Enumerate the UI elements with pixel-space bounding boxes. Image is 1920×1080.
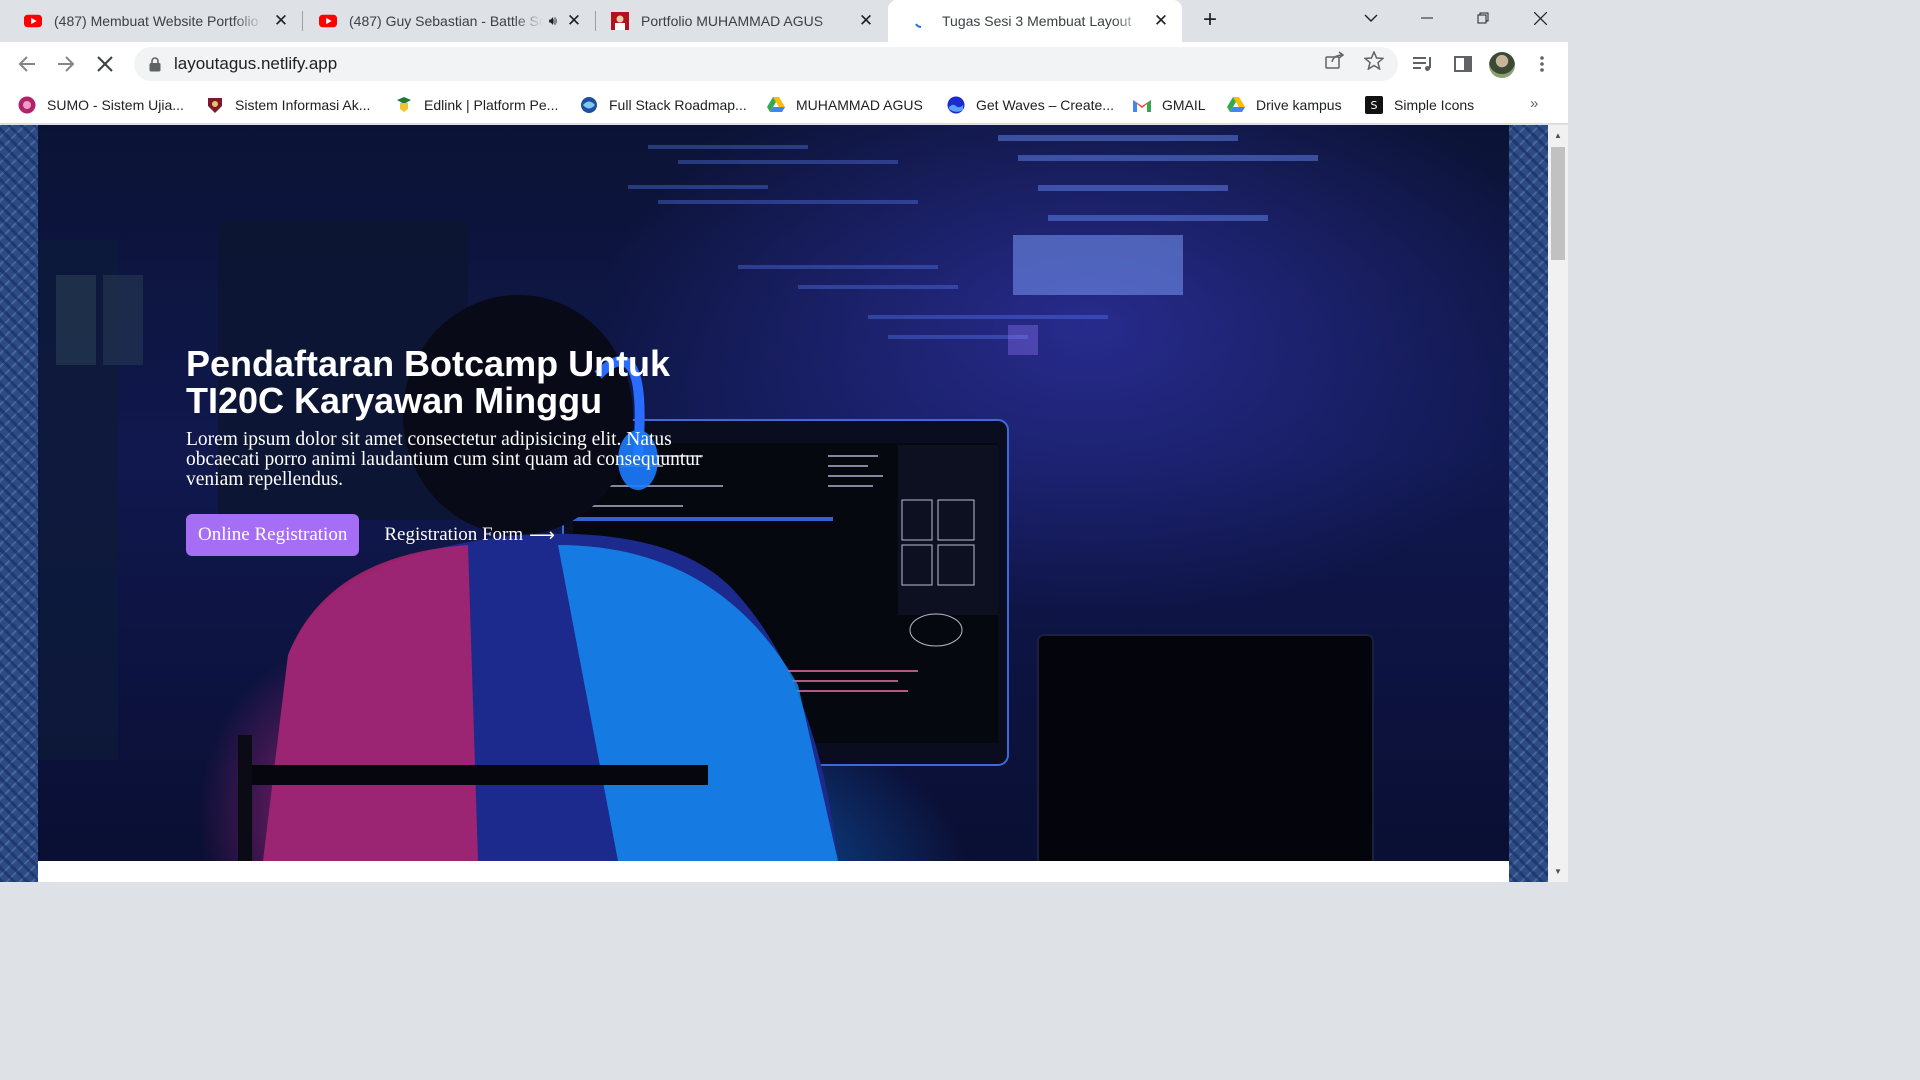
bookmark-simple-icons[interactable]: S Simple Icons [1365, 93, 1474, 117]
tab-search-icon[interactable] [1348, 0, 1394, 36]
gmail-icon [1133, 96, 1151, 114]
bookmark-edlink[interactable]: Edlink | Platform Pe... [395, 93, 558, 117]
bookmark-sistem-informasi[interactable]: Sistem Informasi Ak... [206, 93, 370, 117]
campus-crest-icon [206, 96, 224, 114]
bookmark-get-waves[interactable]: Get Waves – Create... [947, 93, 1114, 117]
online-registration-button[interactable]: Online Registration [186, 514, 360, 556]
youtube-icon [24, 12, 42, 30]
url-text[interactable]: layoutagus.netlify.app [174, 54, 337, 74]
bookmark-label: Full Stack Roadmap... [609, 97, 747, 113]
edlink-icon [395, 96, 413, 114]
registration-form-label: Registration Form [384, 524, 524, 545]
tab-portfolio[interactable]: Portfolio MUHAMMAD AGUS ✕ [587, 0, 887, 42]
next-section-edge [38, 861, 1509, 882]
close-window-icon[interactable] [1517, 0, 1563, 36]
kebab-menu-icon[interactable] [1530, 53, 1554, 75]
waves-icon [947, 96, 965, 114]
tab-title: Portfolio MUHAMMAD AGUS [641, 13, 824, 29]
bookmark-label: Drive kampus [1256, 97, 1342, 113]
roadmap-icon [580, 96, 598, 114]
profile-avatar[interactable] [1489, 52, 1515, 78]
page-scrollbar[interactable]: ▲ ▼ [1548, 125, 1568, 882]
stop-loading-icon[interactable] [91, 50, 119, 78]
tab-youtube-portfolio[interactable]: (487) Membuat Website Portfolio ✕ [0, 0, 302, 42]
close-tab-icon[interactable]: ✕ [565, 11, 583, 30]
forward-arrow-icon[interactable] [52, 50, 80, 78]
bookmark-label: GMAIL [1162, 97, 1206, 113]
registration-form-link[interactable]: Registration Form ⟶ [384, 524, 555, 546]
lock-icon[interactable] [148, 56, 162, 72]
bookmark-label: Get Waves – Create... [976, 97, 1114, 113]
bookmark-label: SUMO - Sistem Ujia... [47, 97, 184, 113]
bookmark-label: Sistem Informasi Ak... [235, 97, 371, 113]
close-tab-icon[interactable]: ✕ [1152, 11, 1170, 30]
hero-description: Lorem ipsum dolor sit amet consectetur a… [186, 429, 702, 490]
scroll-up-arrow-icon[interactable]: ▲ [1548, 127, 1568, 144]
media-control-icon[interactable] [1411, 53, 1435, 75]
hero-actions: Online Registration Registration Form ⟶ [186, 514, 706, 556]
svg-text:S: S [1371, 99, 1378, 112]
hero-section: Pendaftaran Botcamp Untuk TI20C Karyawan… [38, 125, 1509, 861]
google-drive-icon [767, 96, 785, 114]
youtube-icon [319, 12, 337, 30]
bookmark-label: Simple Icons [1394, 97, 1475, 113]
tab-title: Tugas Sesi 3 Membuat Layout [942, 13, 1132, 29]
share-icon[interactable] [1324, 50, 1346, 70]
speaker-icon[interactable]: 🔊︎ [549, 13, 557, 29]
simple-icons-icon: S [1365, 96, 1383, 114]
bookmark-drive-kampus[interactable]: Drive kampus [1227, 93, 1342, 117]
bookmarks-overflow-icon[interactable]: » [1530, 95, 1538, 112]
tab-strip: (487) Membuat Website Portfolio ✕ (487) … [0, 0, 1568, 42]
page-viewport: Pendaftaran Botcamp Untuk TI20C Karyawan… [0, 125, 1548, 882]
bookmark-label: MUHAMMAD AGUS [796, 97, 923, 113]
tab-title: (487) Guy Sebastian - Battle Scars [349, 13, 543, 29]
bookmark-label: Edlink | Platform Pe... [424, 97, 559, 113]
new-tab-button[interactable]: + [1196, 6, 1224, 34]
tab-youtube-music[interactable]: (487) Guy Sebastian - Battle Scars 🔊︎ ✕ [295, 0, 595, 42]
close-tab-icon[interactable]: ✕ [272, 11, 290, 30]
bookmark-muhammad-agus[interactable]: MUHAMMAD AGUS [767, 93, 923, 117]
minimize-icon[interactable] [1404, 0, 1450, 36]
browser-toolbar: layoutagus.netlify.app [0, 42, 1568, 86]
back-arrow-icon[interactable] [13, 50, 41, 78]
scrollbar-thumb[interactable] [1551, 147, 1565, 260]
address-bar[interactable]: layoutagus.netlify.app [134, 47, 1398, 81]
tab-title: (487) Membuat Website Portfolio [54, 13, 259, 29]
restore-icon[interactable] [1460, 0, 1506, 36]
bookmark-sumo[interactable]: SUMO - Sistem Ujia... [18, 93, 184, 117]
hero-title: Pendaftaran Botcamp Untuk TI20C Karyawan… [186, 343, 671, 421]
sumo-icon [18, 96, 36, 114]
tab-active-layout[interactable]: Tugas Sesi 3 Membuat Layout ✕ [888, 0, 1182, 42]
loading-spinner-icon [912, 12, 930, 30]
google-drive-icon [1227, 96, 1245, 114]
bookmark-gmail[interactable]: GMAIL [1133, 93, 1206, 117]
scroll-down-arrow-icon[interactable]: ▼ [1548, 863, 1568, 880]
bookmark-fullstack-roadmap[interactable]: Full Stack Roadmap... [580, 93, 747, 117]
portrait-favicon [611, 12, 629, 30]
bookmarks-bar: SUMO - Sistem Ujia... Sistem Informasi A… [0, 86, 1568, 124]
hero-content: Pendaftaran Botcamp Untuk TI20C Karyawan… [186, 345, 706, 556]
close-tab-icon[interactable]: ✕ [857, 11, 875, 30]
bookmark-star-icon[interactable] [1363, 50, 1385, 70]
side-panel-icon[interactable] [1451, 53, 1475, 75]
arrow-right-icon: ⟶ [529, 524, 555, 546]
